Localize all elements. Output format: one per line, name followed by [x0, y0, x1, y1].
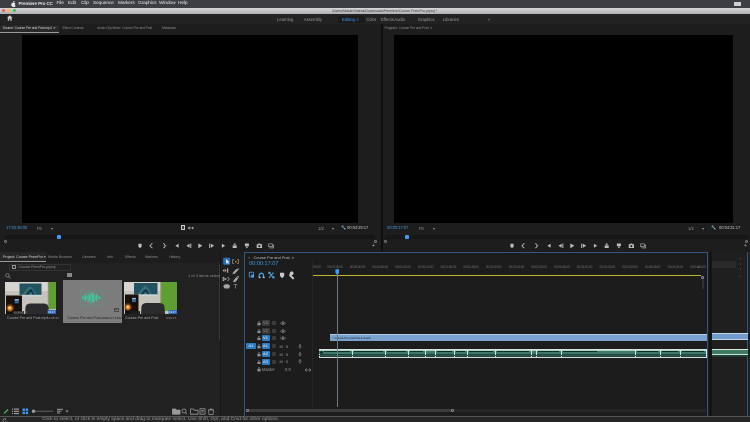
- svg-text:01:17: 01:17: [169, 310, 176, 314]
- svg-text:00:00:00:00: 00:00:00:00: [14, 311, 27, 313]
- svg-text:T: T: [234, 284, 238, 291]
- svg-text:01:17: 01:17: [48, 310, 55, 314]
